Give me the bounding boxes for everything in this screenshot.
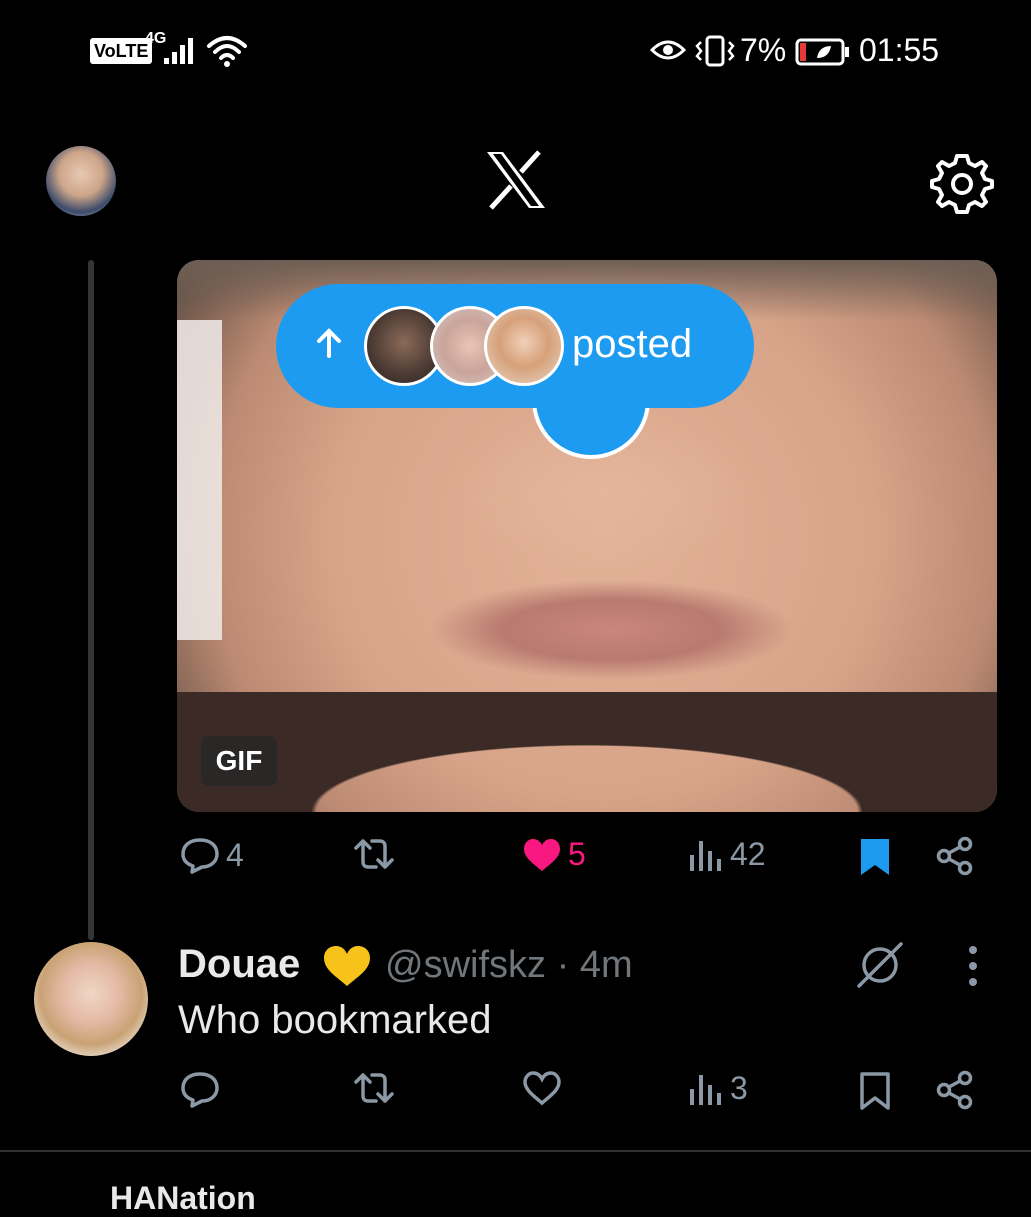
share-button[interactable] xyxy=(936,1070,974,1110)
tweet-actions: 3 xyxy=(0,1070,1031,1130)
bookmark-button[interactable] xyxy=(858,836,892,878)
settings-gear-icon[interactable] xyxy=(930,150,994,214)
retweet-icon xyxy=(354,1073,394,1103)
grok-icon[interactable] xyxy=(855,940,905,990)
share-icon xyxy=(936,836,973,876)
heart-filled-icon xyxy=(524,838,560,871)
share-button[interactable] xyxy=(936,836,974,876)
signal-icon xyxy=(164,38,193,64)
view-count: 42 xyxy=(730,836,766,872)
arrow-up-icon xyxy=(317,328,341,358)
like-count: 5 xyxy=(568,836,586,872)
like-button[interactable] xyxy=(522,1070,568,1106)
clock: 01:55 xyxy=(859,32,940,68)
wifi-icon xyxy=(207,36,247,67)
reply-icon xyxy=(181,1072,219,1108)
eye-comfort-icon xyxy=(650,40,686,60)
vibrate-icon xyxy=(695,35,735,67)
status-bar: VoLTE 4G 7% 01:55 xyxy=(0,0,1031,100)
separator-dot: · xyxy=(556,944,570,986)
new-posts-pill[interactable]: posted xyxy=(276,284,754,408)
reply-icon xyxy=(181,838,219,874)
post-time: 4m xyxy=(579,944,633,986)
bookmark-outline-icon xyxy=(860,1072,890,1110)
author-avatar[interactable] xyxy=(34,942,148,1056)
views-button[interactable]: 3 xyxy=(688,1070,748,1107)
tweet-actions: 4 5 42 xyxy=(0,836,1031,896)
reply-button[interactable]: 4 xyxy=(180,836,244,874)
views-chart-icon xyxy=(690,1074,721,1105)
pill-avatar xyxy=(484,306,564,386)
views-button[interactable]: 42 xyxy=(688,836,766,873)
x-logo-icon xyxy=(487,150,545,210)
views-chart-icon xyxy=(690,840,721,871)
post-divider xyxy=(0,1150,1031,1152)
heart-outline-icon xyxy=(523,1071,561,1106)
volte-indicator: VoLTE xyxy=(90,38,153,64)
yellow-heart-icon xyxy=(324,946,370,986)
reply-button[interactable] xyxy=(180,1070,226,1108)
view-count: 3 xyxy=(730,1070,748,1106)
battery-percent: 7% xyxy=(740,32,787,68)
retweet-button[interactable] xyxy=(352,1070,402,1106)
profile-avatar[interactable] xyxy=(46,146,116,216)
like-button[interactable]: 5 xyxy=(522,836,586,873)
pill-label: posted xyxy=(572,322,693,366)
bookmark-filled-icon xyxy=(861,839,889,875)
retweet-icon xyxy=(354,839,394,869)
battery-icon xyxy=(795,38,849,66)
gif-badge: GIF xyxy=(201,736,277,786)
reply-count: 4 xyxy=(226,836,244,873)
author-handle[interactable]: @swifskz xyxy=(385,944,546,986)
author-display-name[interactable]: Douae xyxy=(178,942,300,987)
bookmark-button[interactable] xyxy=(858,1070,892,1112)
author-handle-line: @swifskz · 4m xyxy=(385,944,633,987)
more-options-icon[interactable] xyxy=(966,944,980,988)
retweet-button[interactable] xyxy=(352,836,402,872)
share-icon xyxy=(936,1070,973,1110)
next-post-peek[interactable]: HANation xyxy=(110,1180,256,1217)
post-text: Who bookmarked xyxy=(178,998,492,1042)
